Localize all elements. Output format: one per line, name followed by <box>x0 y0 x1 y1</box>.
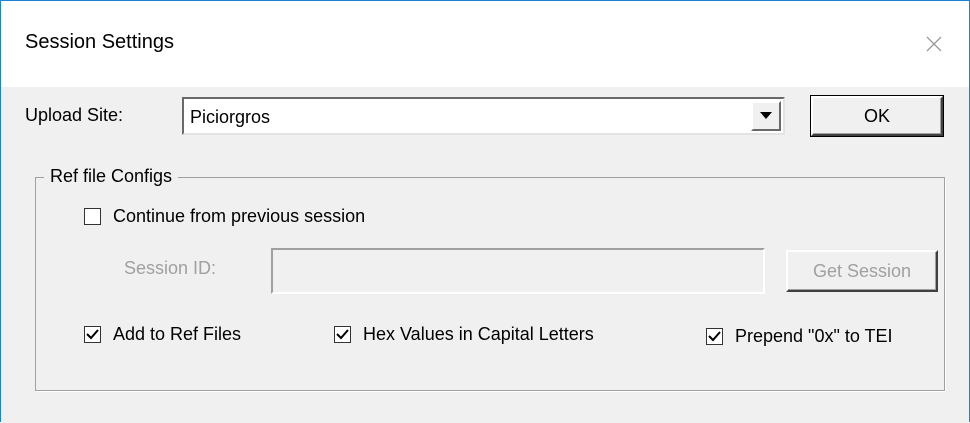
checkmark-icon <box>86 329 99 340</box>
title-bar[interactable]: Session Settings <box>1 1 969 87</box>
prepend-0x-checkbox[interactable]: Prepend "0x" to TEI <box>706 326 893 347</box>
upload-site-dropdown-button[interactable] <box>751 101 781 131</box>
add-to-ref-files-checkbox[interactable]: Add to Ref Files <box>84 324 241 345</box>
prepend-0x-box[interactable] <box>706 328 723 345</box>
add-to-ref-files-label: Add to Ref Files <box>113 324 242 344</box>
close-button[interactable] <box>899 1 969 87</box>
get-session-label: Get Session <box>812 260 912 281</box>
session-settings-dialog: Session Settings Upload Site: Piciorgros… <box>0 0 970 423</box>
continue-session-checkbox[interactable]: Continue from previous session <box>84 206 365 227</box>
session-id-input[interactable] <box>271 248 765 294</box>
hex-capital-checkbox[interactable]: Hex Values in Capital Letters <box>334 324 594 345</box>
ok-button-label: OK <box>863 105 890 126</box>
dialog-client-area: Upload Site: Piciorgros OK Ref file Conf… <box>1 87 969 423</box>
get-session-button[interactable]: Get Session <box>786 250 938 292</box>
session-id-label: Session ID: <box>124 258 217 278</box>
continue-session-box[interactable] <box>84 208 101 225</box>
ok-button[interactable]: OK <box>810 95 944 137</box>
prepend-0x-label: Prepend "0x" to TEI <box>735 326 893 346</box>
continue-session-label: Continue from previous session <box>113 206 366 226</box>
group-legend: Ref file Configs <box>44 166 179 187</box>
close-icon <box>926 36 942 52</box>
checkmark-icon <box>336 329 349 340</box>
window-title: Session Settings <box>25 31 174 53</box>
ref-file-configs-group: Ref file Configs Continue from previous … <box>35 166 945 391</box>
hex-capital-label: Hex Values in Capital Letters <box>363 324 594 344</box>
chevron-down-icon <box>760 112 772 119</box>
upload-site-combobox[interactable]: Piciorgros <box>182 97 785 135</box>
hex-capital-box[interactable] <box>334 326 351 343</box>
upload-site-label: Upload Site: <box>25 105 124 125</box>
add-to-ref-files-box[interactable] <box>84 326 101 343</box>
upload-site-value: Piciorgros <box>190 107 271 127</box>
checkmark-icon <box>708 331 721 342</box>
